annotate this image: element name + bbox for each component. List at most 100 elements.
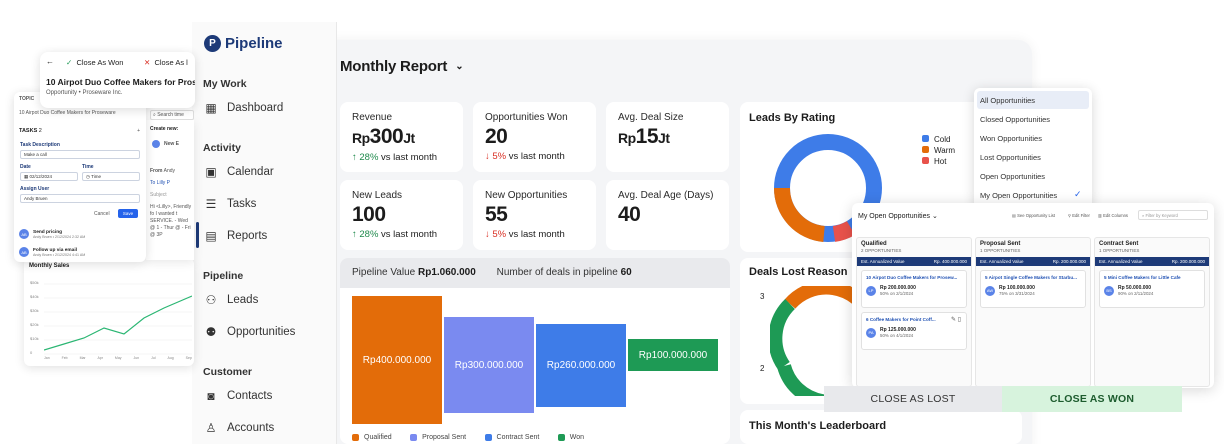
opportunity-card[interactable]: 5 Airpot Single Coffee Makers for Starbu… <box>980 270 1086 308</box>
section-customer: Customer <box>203 366 253 378</box>
checkmark-icon: ✓ <box>1074 189 1082 199</box>
close-as-lost-button[interactable]: CLOSE AS LOST <box>824 386 1002 412</box>
kpi-label: Opportunities Won <box>485 112 568 123</box>
date-input[interactable]: ▦ 02/12/2024 <box>20 172 78 181</box>
donut-segment <box>770 298 796 371</box>
search-input[interactable]: ⌕ Search time <box>150 110 194 120</box>
brand-logo[interactable]: P Pipeline <box>204 35 283 52</box>
opportunity-card[interactable]: 10 Airpot Duo Coffee Makers for Prosew..… <box>861 270 967 308</box>
sales-line-chart <box>44 283 192 355</box>
avatar <box>152 140 160 148</box>
task-item[interactable]: AB Send pricing Andy Bruen • 2/12/2024 2:… <box>19 226 141 242</box>
sidebar-item-reports[interactable]: ▤ Reports <box>203 228 267 244</box>
close-as-won-button[interactable]: ✓ Close As Won <box>66 58 123 67</box>
see-list-button[interactable]: ▤ See Opportunity List <box>1012 213 1055 218</box>
kpi-value: 40 <box>618 203 641 226</box>
kpi-value: Rp300Jt <box>352 125 415 148</box>
edit-columns-button[interactable]: ▥ Edit Columns <box>1098 213 1128 218</box>
edit-filter-button[interactable]: ⚲ Edit Filter <box>1068 213 1090 218</box>
sidebar-item-contacts[interactable]: ◙ Contacts <box>203 388 272 404</box>
view-selector[interactable]: My Open Opportunities ⌄ <box>858 212 938 220</box>
x-icon: ✕ <box>144 58 151 67</box>
sidebar-item-tasks[interactable]: ☰ Tasks <box>203 196 257 212</box>
from-row: From Andy <box>150 168 176 174</box>
sidebar-item-accounts[interactable]: ♙ Accounts <box>203 420 275 436</box>
dropdown-option[interactable]: Lost Opportunities <box>977 148 1089 166</box>
report-title: Monthly Report <box>340 58 448 75</box>
kpi-label: Avg. Deal Age (Days) <box>618 190 714 201</box>
column-title: Qualified <box>861 241 887 247</box>
sales-x-ticks: Jan Feb Mar Apr May Jun Jul Aug Sep <box>44 356 192 360</box>
kpi-value: Rp15Jt <box>618 125 670 148</box>
dropdown-option[interactable]: Closed Opportunities <box>977 110 1089 128</box>
add-task-icon[interactable]: + <box>137 128 140 134</box>
donut-hot <box>832 220 856 242</box>
edit-icon[interactable]: ✎ ▯ <box>951 316 961 323</box>
opportunity-card[interactable]: 6 Coffee Makers for Point Coff... ✎ ▯ PA… <box>861 312 967 350</box>
email-body[interactable]: Hi <Lilly>, Friendly fo I wanted t SERVI… <box>150 204 192 252</box>
create-new-label: Create new: <box>150 126 179 132</box>
sidebar-item-leads[interactable]: ⚇ Leads <box>203 292 259 308</box>
legend-item: Hot <box>922 156 955 167</box>
assign-user-input[interactable]: Andy Bruen <box>20 194 140 203</box>
column-value: Est. Annualized Value Rp. 200.000.000 <box>1095 257 1209 266</box>
pipeline-value: Rp1.060.000 <box>417 267 476 278</box>
column-count: 1 OPPORTUNITIES <box>980 248 1021 253</box>
kpi-label: New Leads <box>352 190 403 201</box>
tasks-header: TASKS 2 <box>19 128 42 134</box>
kpi-delta: ↓ 5% vs last month <box>485 229 565 240</box>
avatar: BS <box>1104 285 1114 296</box>
opportunity-card[interactable]: 5 Mini Coffee Makers for Little Cafe BS R… <box>1099 270 1205 308</box>
back-arrow-icon[interactable]: ← <box>46 57 54 66</box>
dropdown-option[interactable]: All Opportunities <box>977 91 1089 109</box>
kpi-value: 20 <box>485 125 508 148</box>
opportunity-subtitle: Opportunity • Proseware Inc. <box>46 90 123 96</box>
card-title: This Month's Leaderboard <box>749 420 887 432</box>
kanban-column-proposal-sent: Proposal Sent 1 OPPORTUNITIES Est. Annua… <box>975 237 1091 387</box>
chevron-down-icon: ⌄ <box>455 61 464 72</box>
opportunity-header-card: ← ✓ Close As Won ✕ Close As l 10 Airpot … <box>40 52 195 108</box>
sales-line <box>44 295 192 351</box>
task-list: AB Send pricing Andy Bruen • 2/12/2024 2:… <box>19 226 141 260</box>
new-email-label: New E <box>164 141 180 147</box>
task-item[interactable]: AB Follow up via email Andy Bruen • 2/12/… <box>19 244 141 260</box>
card-title: Deals Lost Reason <box>749 266 848 278</box>
kpi-delta: ↓ 5% vs last month <box>485 151 565 162</box>
chevron-down-icon: ⌄ <box>931 213 938 220</box>
kpi-label: Avg. Deal Size <box>618 112 684 123</box>
desc-label: Task Description <box>20 142 60 148</box>
pipeline-bar: Rp260.000.000 <box>536 324 626 407</box>
time-input[interactable]: ◷ Time <box>82 172 140 181</box>
monthly-sales-card: Monthly Sales $50k $40k $30k $20k $10k 0 Jan F… <box>24 258 194 366</box>
pipeline-bar: Rp400.000.000 <box>352 296 442 424</box>
pipeline-legend: Qualified Proposal Sent Contract Sent Wo… <box>352 428 598 444</box>
dropdown-option[interactable]: Open Opportunities <box>977 167 1089 185</box>
card-title: Leads By Rating <box>749 112 836 124</box>
tick-label: 3 <box>760 292 765 301</box>
task-description-input[interactable]: Make a call <box>20 150 140 159</box>
email-card: ⌕ Search time Create new: New E From And… <box>146 110 194 260</box>
section-my-work: My Work <box>203 78 247 90</box>
kpi-avg-deal-age: Avg. Deal Age (Days) 40 <box>606 180 729 250</box>
accounts-icon: ♙ <box>205 421 217 435</box>
leads-icon: ⚇ <box>205 293 217 307</box>
check-icon: ✓ <box>66 58 73 67</box>
save-button[interactable]: Save <box>118 209 138 218</box>
dropdown-option[interactable]: Won Opportunities <box>977 129 1089 147</box>
tick-label: 2 <box>760 364 765 373</box>
filter-keyword-input[interactable]: ⌕ Filter by Keyword <box>1138 210 1208 220</box>
close-as-lost-button[interactable]: ✕ Close As l <box>144 58 188 67</box>
card-title: Monthly Sales <box>29 263 70 269</box>
close-as-won-button[interactable]: CLOSE AS WON <box>1002 386 1182 412</box>
dropdown-option[interactable]: My Open Opportunities <box>977 186 1089 204</box>
active-indicator <box>196 222 199 248</box>
sidebar-item-dashboard[interactable]: ▦ Dashboard <box>203 100 283 116</box>
pipeline-bar: Rp300.000.000 <box>444 317 534 413</box>
report-title-dropdown[interactable]: Monthly Report ⌄ <box>340 58 464 75</box>
sidebar-item-calendar[interactable]: ▣ Calendar <box>203 164 273 180</box>
sidebar-item-opportunities[interactable]: ⚉ Opportunities <box>203 324 296 340</box>
subject-field[interactable]: Subject <box>150 192 167 198</box>
cancel-button[interactable]: Cancel <box>94 211 110 217</box>
assign-label: Assign User <box>20 186 50 192</box>
opportunity-title: 10 Airpot Duo Coffee Makers for Prose <box>46 77 195 87</box>
